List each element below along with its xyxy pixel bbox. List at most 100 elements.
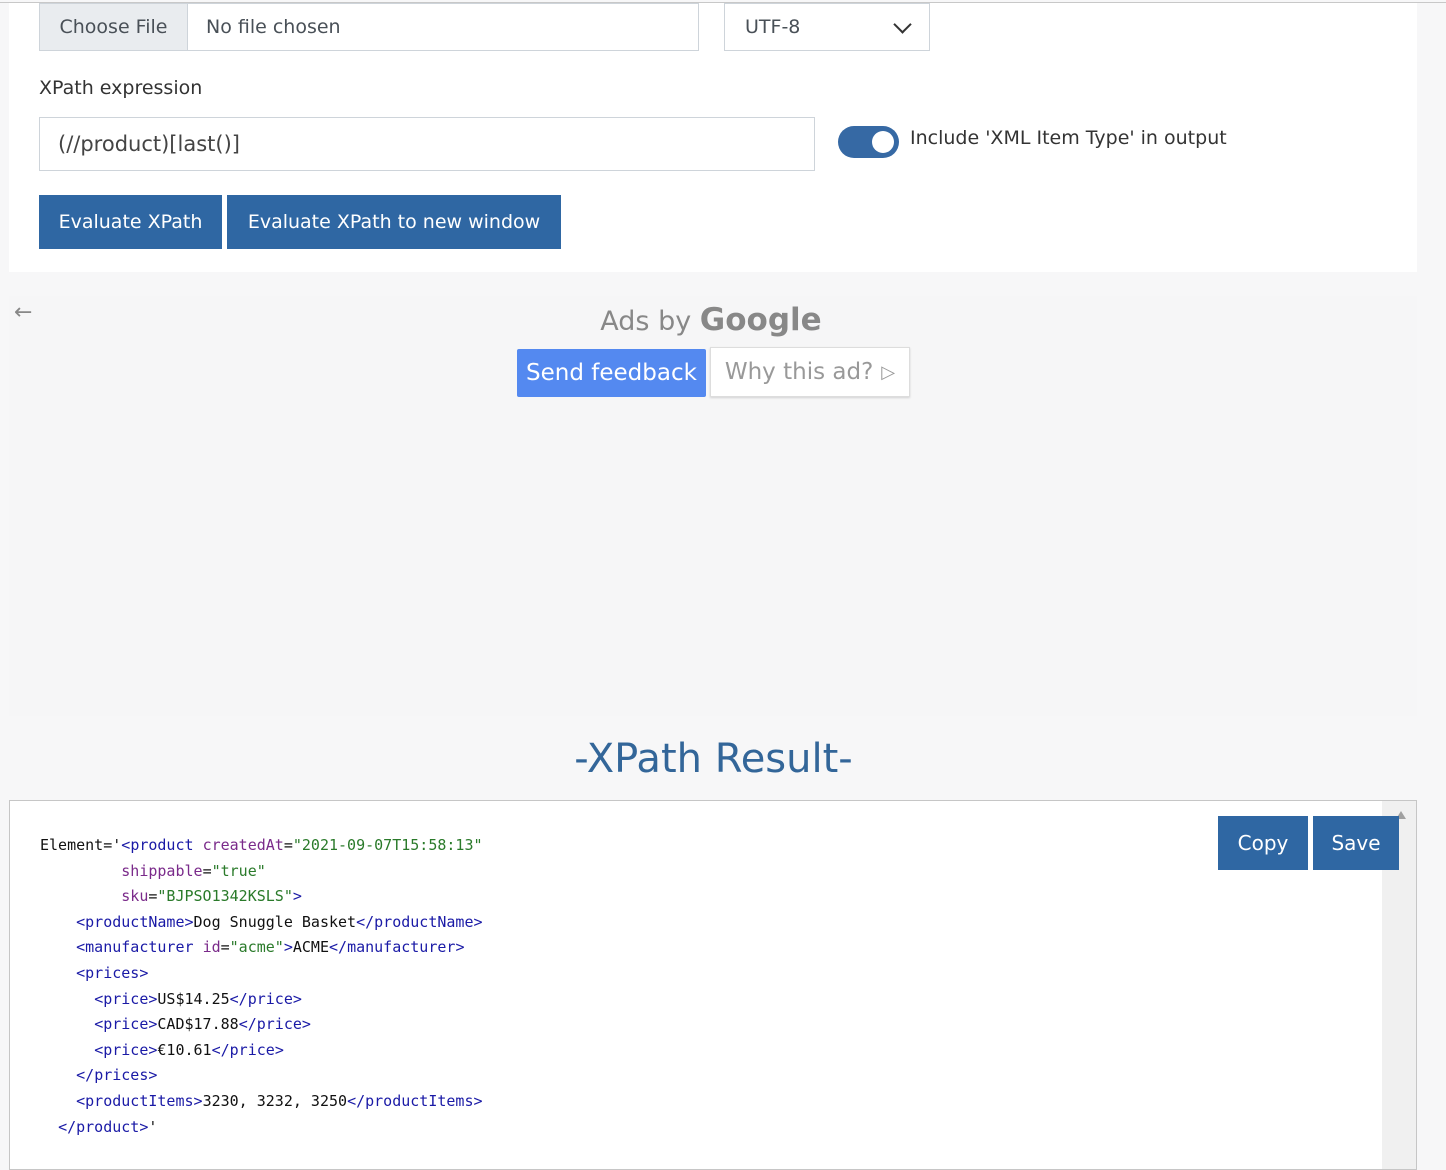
code-line: <prices> [40, 964, 148, 982]
code-token: CAD$17.88 [157, 1015, 239, 1034]
code-token: manufacturer [347, 938, 456, 957]
code-token: Element=' [40, 836, 122, 854]
code-token: shippable [121, 861, 203, 880]
code-token: id [202, 938, 221, 957]
code-token: = [220, 938, 230, 957]
code-token: > [193, 1091, 203, 1110]
encoding-select[interactable]: UTF-8 [724, 3, 930, 51]
code-token: < [76, 963, 86, 982]
code-token: price [103, 1040, 149, 1059]
xpath-expression-input[interactable] [39, 117, 815, 171]
code-line: <price>€10.61</price> [40, 1041, 284, 1059]
ads-by-google-label: Ads by Google [0, 302, 1422, 338]
include-xml-item-type-toggle[interactable] [838, 126, 899, 158]
file-upload-input[interactable]: Choose File No file chosen [39, 3, 699, 51]
code-line: <productName>Dog Snuggle Basket</product… [40, 912, 483, 931]
file-status-text: No file chosen [206, 16, 341, 38]
code-token: price [256, 1015, 302, 1034]
include-xml-item-type-label: Include 'XML Item Type' in output [910, 127, 1227, 149]
code-line: Element='<product createdAt="2021-09-07T… [40, 836, 483, 854]
code-token: < [94, 1040, 104, 1059]
code-token: > [292, 887, 302, 906]
code-token: < [94, 1015, 104, 1034]
google-logo: Google [699, 302, 822, 338]
why-this-ad-label: Why this ad? [724, 359, 874, 385]
code-token: > [283, 938, 293, 957]
code-token: = [202, 861, 212, 880]
code-token: "true" [211, 861, 266, 880]
code-token: manufacturer [85, 938, 194, 957]
code-token: < [76, 912, 86, 931]
code-token: price [247, 989, 293, 1008]
code-token: "acme" [229, 938, 284, 957]
code-token: </ [58, 1117, 77, 1136]
code-token: €10.61 [157, 1040, 212, 1059]
code-token: prices [94, 1066, 149, 1085]
code-token: product [130, 836, 194, 854]
code-token: productItems [85, 1091, 194, 1110]
why-this-ad-button[interactable]: Why this ad? ▷ [710, 347, 910, 397]
code-token: </ [356, 912, 375, 931]
play-outline-icon: ▷ [881, 361, 896, 383]
toggle-knob [872, 131, 894, 153]
code-token: price [229, 1040, 275, 1059]
code-token: </ [76, 1066, 95, 1085]
code-token: price [103, 1015, 149, 1034]
code-token: price [103, 989, 149, 1008]
code-token: createdAt [202, 836, 284, 854]
code-token: < [76, 938, 86, 957]
code-line: <productItems>3230, 3232, 3250</productI… [40, 1091, 482, 1110]
code-token: < [76, 1091, 86, 1110]
code-token: > [139, 963, 149, 982]
chevron-down-icon [893, 14, 912, 34]
code-token: US$14.25 [157, 989, 230, 1008]
code-line: sku="BJPSO1342KSLS"> [40, 887, 302, 905]
evaluate-xpath-new-window-button[interactable]: Evaluate XPath to new window [227, 195, 561, 249]
code-token: productName [374, 912, 474, 931]
code-token: </ [238, 1015, 257, 1034]
code-token: "BJPSO1342KSLS" [157, 887, 293, 906]
code-token: productName [85, 912, 185, 931]
code-token: productItems [365, 1091, 474, 1110]
evaluate-xpath-button[interactable]: Evaluate XPath [39, 195, 222, 249]
code-line: </prices> [40, 1066, 157, 1084]
xpath-result-code: Element='<product createdAt="2021-09-07T… [40, 833, 483, 1140]
code-token: = [283, 836, 293, 854]
code-token: > [473, 912, 483, 931]
code-token: prices [85, 963, 140, 982]
code-token: > [292, 989, 302, 1008]
code-token: Dog Snuggle Basket [193, 912, 357, 931]
send-feedback-button[interactable]: Send feedback [517, 349, 706, 397]
xpath-expression-label: XPath expression [39, 77, 203, 99]
code-token: "2021-09-07T15:58:13" [292, 836, 483, 854]
code-line: <manufacturer id="acme">ACME</manufactur… [40, 938, 464, 956]
code-token: > [184, 912, 194, 931]
copy-button[interactable]: Copy [1218, 816, 1308, 870]
save-button[interactable]: Save [1313, 816, 1399, 870]
code-token: product [76, 1117, 140, 1136]
code-line: </product>' [40, 1118, 157, 1136]
ads-by-text: Ads by [600, 306, 692, 337]
code-line: shippable="true" [40, 862, 266, 880]
code-token: ACME [292, 938, 329, 957]
choose-file-button[interactable]: Choose File [40, 4, 188, 50]
code-token: < [121, 836, 131, 854]
code-line: <price>CAD$17.88</price> [40, 1015, 311, 1033]
code-token: 3230, 3232, 3250 [202, 1091, 348, 1110]
code-token: > [148, 1066, 158, 1085]
code-token: sku [121, 887, 149, 906]
code-token: </ [347, 1091, 366, 1110]
xpath-result-title: -XPath Result- [574, 736, 853, 782]
code-token: ' [148, 1117, 158, 1136]
